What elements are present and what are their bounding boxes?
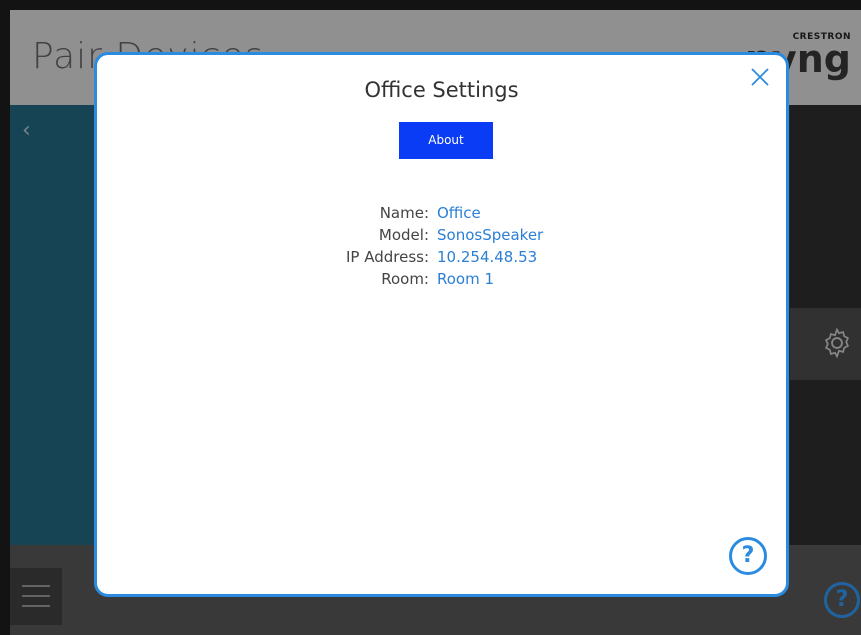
dialog-title: Office Settings — [364, 78, 519, 102]
ip-address-label: IP Address: — [345, 248, 429, 266]
name-value: Office — [437, 204, 481, 222]
info-row-name: Name: Office — [97, 202, 786, 224]
room-label: Room: — [381, 270, 429, 288]
info-row-room: Room: Room 1 — [97, 268, 786, 290]
name-label: Name: — [379, 204, 429, 222]
tab-about[interactable]: About — [399, 122, 493, 159]
close-icon[interactable] — [748, 65, 772, 89]
help-icon[interactable]: ? — [729, 537, 767, 575]
device-info: Name: Office Model: SonosSpeaker IP Addr… — [97, 202, 786, 290]
ip-address-value: 10.254.48.53 — [437, 248, 538, 266]
info-row-model: Model: SonosSpeaker — [97, 224, 786, 246]
room-value: Room 1 — [437, 270, 495, 288]
info-row-ip: IP Address: 10.254.48.53 — [97, 246, 786, 268]
settings-dialog: Office Settings About Name: Office Model… — [94, 52, 789, 597]
model-value: SonosSpeaker — [437, 226, 544, 244]
model-label: Model: — [378, 226, 429, 244]
